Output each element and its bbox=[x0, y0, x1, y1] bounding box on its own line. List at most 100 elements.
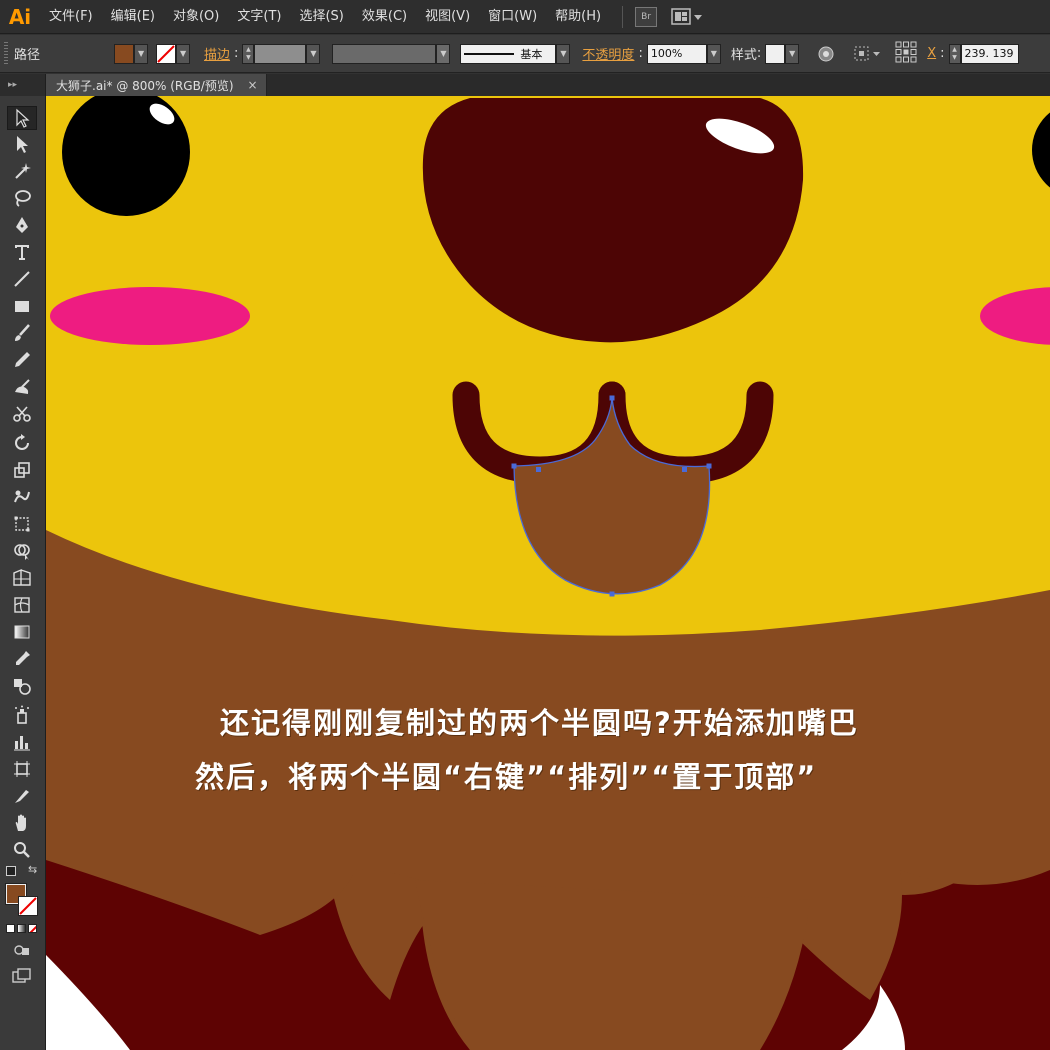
align-options-button[interactable] bbox=[853, 44, 883, 64]
x-position-link[interactable]: X bbox=[927, 46, 936, 61]
slice-knife-icon bbox=[15, 790, 29, 803]
stroke-weight-field[interactable] bbox=[254, 43, 307, 64]
lasso-icon bbox=[15, 190, 31, 207]
stroke-panel-link[interactable]: 描边 bbox=[204, 44, 230, 63]
document-tab-title: 大狮子.ai* @ 800% (RGB/预览) bbox=[56, 78, 234, 93]
free-transform-tool[interactable] bbox=[7, 512, 37, 536]
arrange-documents-button[interactable] bbox=[671, 7, 705, 27]
menu-effect[interactable]: 效果(C) bbox=[353, 0, 416, 34]
opacity-panel-link[interactable]: 不透明度 bbox=[582, 44, 634, 63]
brush-line-preview bbox=[464, 52, 515, 55]
variable-width-dropdown[interactable]: ▼ bbox=[436, 43, 451, 64]
swap-colors-icon[interactable]: ⇆ bbox=[28, 863, 37, 876]
brush-definition-dropdown[interactable]: ▼ bbox=[556, 43, 571, 64]
type-tool[interactable] bbox=[7, 240, 37, 264]
gradient-tool[interactable] bbox=[7, 620, 37, 644]
fill-color-swatch[interactable] bbox=[114, 43, 135, 64]
pen-tool[interactable] bbox=[7, 213, 37, 237]
perspective-grid-tool[interactable] bbox=[7, 566, 37, 590]
pen-nib-icon bbox=[16, 217, 28, 233]
color-mode-buttons[interactable] bbox=[6, 924, 37, 933]
menu-type[interactable]: 文字(T) bbox=[228, 0, 290, 34]
lasso-tool[interactable] bbox=[7, 186, 37, 210]
symbol-sprayer-tool[interactable] bbox=[7, 703, 37, 727]
menu-edit[interactable]: 编辑(E) bbox=[102, 0, 164, 34]
hand-tool[interactable] bbox=[7, 811, 37, 835]
menu-select[interactable]: 选择(S) bbox=[290, 0, 352, 34]
caption-line-1: 还记得刚刚复制过的两个半圆吗?开始添加嘴巴 bbox=[220, 706, 859, 740]
graphic-style-swatch[interactable] bbox=[765, 43, 786, 64]
stroke-swatch[interactable] bbox=[18, 896, 38, 916]
menu-window[interactable]: 窗口(W) bbox=[479, 0, 546, 34]
stroke-weight-dropdown[interactable]: ▼ bbox=[306, 43, 321, 64]
line-tool[interactable] bbox=[7, 267, 37, 291]
menu-object[interactable]: 对象(O) bbox=[164, 0, 228, 34]
mesh-tool[interactable] bbox=[7, 593, 37, 617]
selection-arrow-icon bbox=[16, 108, 30, 128]
selection-tool[interactable] bbox=[7, 106, 37, 130]
artboard-tool[interactable] bbox=[7, 757, 37, 781]
control-bar-grip[interactable] bbox=[4, 41, 8, 66]
pencil-tool[interactable] bbox=[7, 348, 37, 372]
menu-view[interactable]: 视图(V) bbox=[416, 0, 479, 34]
gradient-icon bbox=[14, 625, 30, 639]
blob-brush-tool[interactable] bbox=[7, 375, 37, 399]
scissors-tool[interactable] bbox=[7, 402, 37, 426]
scale-icon bbox=[14, 462, 30, 478]
stroke-none-icon bbox=[19, 897, 37, 915]
align-selection-icon bbox=[854, 46, 881, 60]
direct-selection-tool[interactable] bbox=[7, 132, 37, 156]
eyedropper-tool[interactable] bbox=[7, 647, 37, 671]
reference-point-icon bbox=[895, 41, 917, 62]
color-mode-icon[interactable] bbox=[6, 924, 15, 933]
mesh-icon bbox=[14, 597, 30, 613]
direct-selection-icon bbox=[17, 136, 28, 153]
warp-tool[interactable] bbox=[7, 485, 37, 509]
shape-builder-tool[interactable] bbox=[7, 539, 37, 563]
magic-wand-tool[interactable] bbox=[7, 159, 37, 183]
transform-reference-point[interactable] bbox=[895, 41, 917, 67]
x-position-spinner[interactable]: ▲ ▼ bbox=[948, 43, 961, 64]
caption-line-2: 然后，将两个半圆“右键”“排列”“置于顶部” bbox=[195, 760, 818, 794]
x-position-field[interactable]: 239. 139 bbox=[960, 43, 1019, 64]
stroke-color-swatch[interactable] bbox=[156, 43, 177, 64]
scale-tool[interactable] bbox=[7, 458, 37, 482]
drawing-mode-icon[interactable] bbox=[13, 943, 31, 957]
default-colors-icon[interactable] bbox=[6, 866, 16, 876]
opacity-dropdown[interactable]: ▼ bbox=[706, 43, 721, 64]
paintbrush-tool[interactable] bbox=[7, 321, 37, 345]
recolor-artwork-icon bbox=[818, 46, 834, 61]
stroke-weight-spinner[interactable]: ▲ ▼ bbox=[242, 43, 255, 64]
document-tab[interactable]: 大狮子.ai* @ 800% (RGB/预览) × bbox=[46, 74, 267, 96]
artboard-canvas[interactable] bbox=[46, 96, 1050, 1050]
variable-width-profile[interactable] bbox=[332, 43, 437, 64]
menu-help[interactable]: 帮助(H) bbox=[546, 0, 610, 34]
fill-dropdown-arrow[interactable]: ▼ bbox=[134, 43, 149, 64]
shape-builder-icon bbox=[14, 544, 30, 560]
brush-definition[interactable]: 基本 bbox=[460, 43, 557, 64]
column-graph-tool[interactable] bbox=[7, 730, 37, 754]
rotate-tool[interactable] bbox=[7, 431, 37, 455]
perspective-grid-icon bbox=[13, 568, 31, 586]
recolor-artwork-button[interactable] bbox=[815, 43, 837, 65]
rectangle-tool[interactable] bbox=[7, 294, 37, 318]
none-mode-icon[interactable] bbox=[28, 924, 37, 933]
arrange-documents-icon bbox=[671, 7, 703, 25]
slice-tool[interactable] bbox=[7, 784, 37, 808]
free-transform-icon bbox=[14, 516, 30, 532]
app-logo: Ai bbox=[8, 4, 32, 29]
zoom-tool[interactable] bbox=[7, 838, 37, 862]
selection-type-label: 路径 bbox=[14, 48, 41, 63]
menu-file[interactable]: 文件(F) bbox=[40, 0, 102, 34]
rectangle-icon bbox=[15, 301, 29, 312]
stroke-dropdown-arrow[interactable]: ▼ bbox=[176, 43, 191, 64]
brush-definition-label: 基本 bbox=[520, 47, 543, 61]
tools-panel-header[interactable]: ▸▸ bbox=[0, 74, 45, 96]
gradient-mode-icon[interactable] bbox=[17, 924, 26, 933]
graphic-style-dropdown[interactable]: ▼ bbox=[785, 43, 800, 64]
close-tab-icon[interactable]: × bbox=[248, 78, 258, 92]
screen-mode-icon[interactable] bbox=[12, 968, 32, 984]
blend-tool[interactable] bbox=[7, 674, 37, 698]
opacity-field[interactable]: 100% bbox=[646, 43, 707, 64]
bridge-button[interactable]: Br bbox=[635, 6, 658, 27]
